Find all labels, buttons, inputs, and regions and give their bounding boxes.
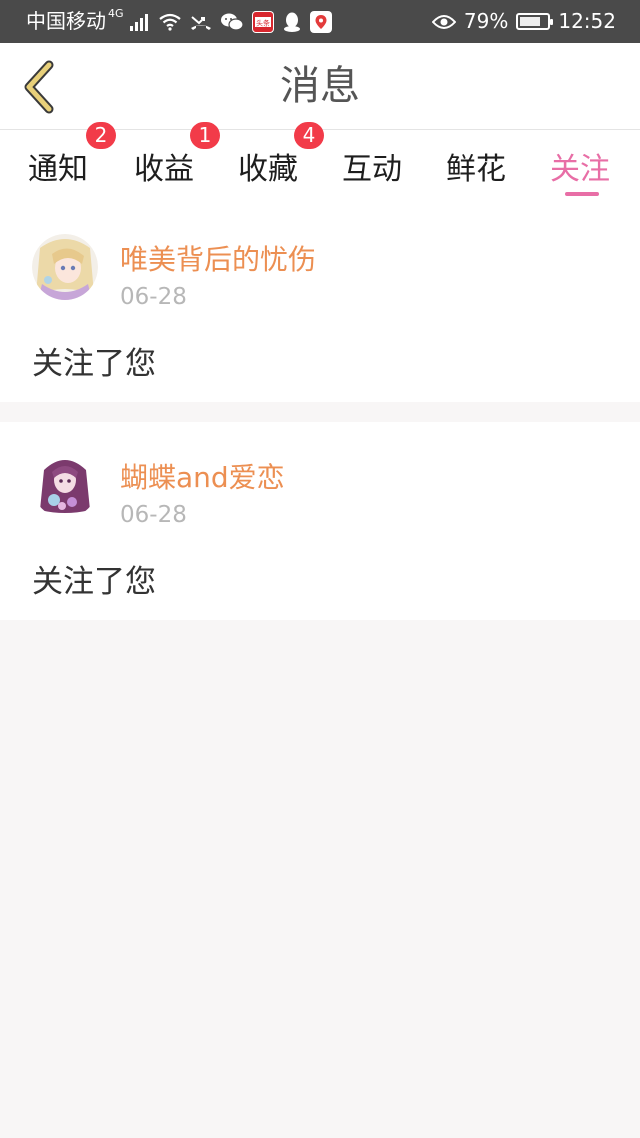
message-card[interactable]: 蝴蝶and爱恋 06-28 关注了您 xyxy=(0,422,640,620)
message-card[interactable]: 唯美背后的忧伤 06-28 关注了您 xyxy=(0,210,640,402)
map-pin-app-icon xyxy=(309,10,332,33)
missed-call-icon xyxy=(190,13,212,31)
wechat-icon xyxy=(220,12,244,32)
username-link[interactable]: 唯美背后的忧伤 xyxy=(120,238,316,278)
active-tab-indicator xyxy=(565,192,599,196)
qq-icon xyxy=(282,11,302,33)
clock: 12:52 xyxy=(558,9,616,33)
tab-earnings[interactable]: 收益 1 xyxy=(112,122,220,210)
tab-label: 收益 xyxy=(134,152,194,187)
tab-interactions[interactable]: 互动 xyxy=(320,130,424,210)
tab-label: 通知 xyxy=(28,152,88,187)
carrier-label: 中国移动 xyxy=(26,9,106,33)
tab-flowers[interactable]: 鲜花 xyxy=(424,130,528,210)
tab-label: 互动 xyxy=(342,152,402,187)
tab-bar: 通知 2 收益 1 收藏 4 互动 鲜花 关注 xyxy=(0,122,640,210)
avatar[interactable] xyxy=(32,234,98,300)
message-text: 关注了您 xyxy=(32,564,156,600)
battery-icon xyxy=(516,13,554,30)
page-title: 消息 xyxy=(280,63,360,109)
battery-level-fill xyxy=(520,17,541,26)
message-date: 06-28 xyxy=(120,502,187,528)
network-type: 4G xyxy=(108,7,124,20)
message-date: 06-28 xyxy=(120,284,187,310)
eye-icon xyxy=(431,14,456,30)
status-bar-left: 中国移动 4G 头条 xyxy=(26,0,332,43)
wifi-icon xyxy=(158,13,182,31)
toutiao-label: 头条 xyxy=(256,18,270,27)
battery-percent: 79% xyxy=(463,9,509,33)
tab-label: 关注 xyxy=(550,152,610,187)
tab-label: 收藏 xyxy=(238,152,298,187)
tab-notifications[interactable]: 通知 2 xyxy=(6,122,116,210)
status-bar: 中国移动 4G 头条 79% 12:52 xyxy=(0,0,640,43)
message-text: 关注了您 xyxy=(32,346,156,382)
tab-favorites[interactable]: 收藏 4 xyxy=(216,122,324,210)
avatar[interactable] xyxy=(32,452,98,518)
status-bar-right: 79% 12:52 xyxy=(431,0,616,43)
header-bar: 消息 xyxy=(0,43,640,130)
tab-follows[interactable]: 关注 xyxy=(528,130,632,210)
tab-label: 鲜花 xyxy=(446,152,506,187)
signal-icon xyxy=(129,13,150,31)
toutiao-icon: 头条 xyxy=(251,10,274,33)
username-link[interactable]: 蝴蝶and爱恋 xyxy=(120,456,285,496)
